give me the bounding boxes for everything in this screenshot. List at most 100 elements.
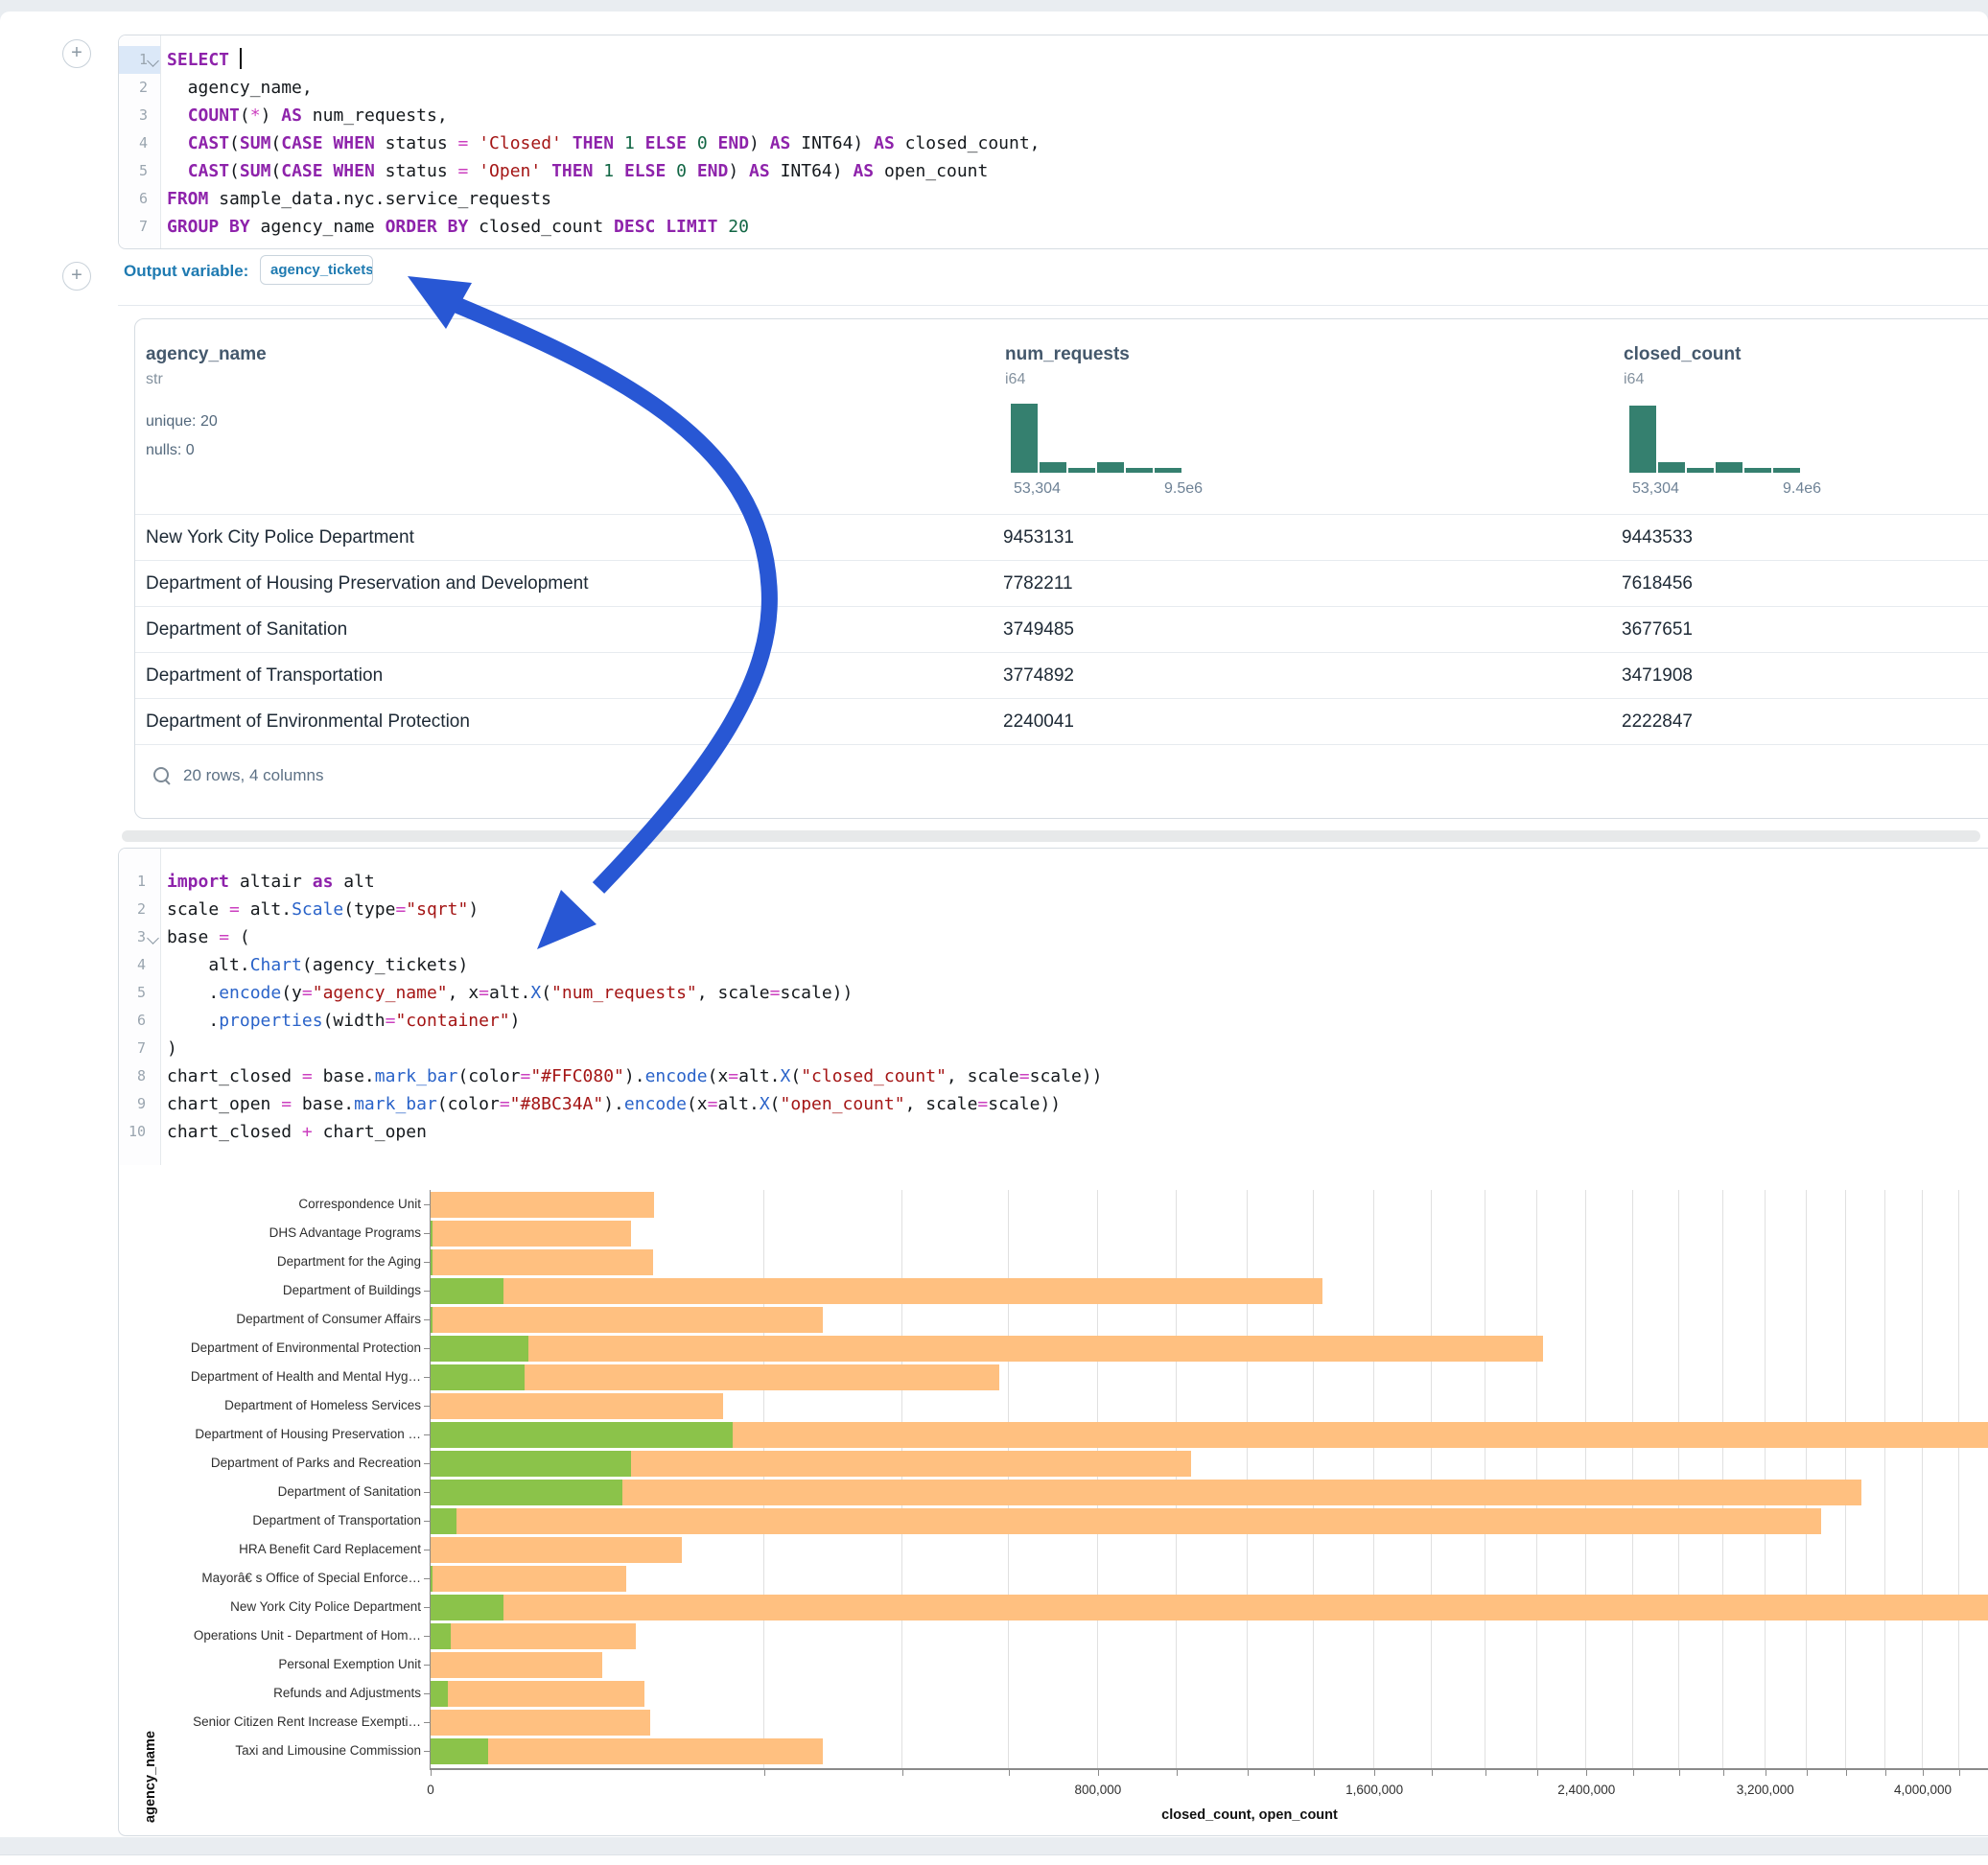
histogram-bar xyxy=(1716,462,1742,473)
search-icon[interactable] xyxy=(152,766,172,785)
code-line[interactable]: .properties(width="container") xyxy=(167,1007,1988,1035)
y-axis-label: DHS Advantage Programs xyxy=(269,1225,421,1241)
table-row[interactable]: Department of Sanitation37494853677651 xyxy=(135,606,1988,653)
x-axis-tick xyxy=(1586,1770,1587,1776)
code-line[interactable]: .encode(y="agency_name", x=alt.X("num_re… xyxy=(167,979,1988,1007)
x-axis-label: 800,000 xyxy=(1074,1783,1121,1797)
histogram-bar xyxy=(1126,468,1153,473)
code-line[interactable]: chart_open = base.mark_bar(color="#8BC34… xyxy=(167,1090,1988,1118)
bar-open-count xyxy=(431,1278,503,1304)
line-number: 8 xyxy=(119,1062,146,1090)
sql-cell[interactable]: 1234567 SELECT agency_name, COUNT(*) AS … xyxy=(118,35,1988,249)
code-line[interactable]: agency_name, xyxy=(167,74,1988,102)
code-line[interactable]: import altair as alt xyxy=(167,868,1988,896)
x-axis-tick xyxy=(1846,1770,1847,1776)
x-axis-tick xyxy=(1374,1770,1375,1776)
sql-code-editor[interactable]: SELECT agency_name, COUNT(*) AS num_requ… xyxy=(161,35,1988,248)
fold-chevron-icon[interactable] xyxy=(147,932,159,944)
histogram-closed-count xyxy=(1629,404,1802,473)
column-type-num-requests: i64 xyxy=(1005,371,1025,388)
bar-closed-count xyxy=(431,1278,1322,1304)
y-axis-label: Department of Consumer Affairs xyxy=(236,1312,421,1327)
cell-num-requests: 7782211 xyxy=(1003,561,1073,607)
bar-open-count xyxy=(431,1566,433,1592)
x-axis-tick xyxy=(1009,1770,1010,1776)
column-header-num-requests[interactable]: num_requests xyxy=(1005,344,1130,365)
bar-open-count xyxy=(431,1480,622,1505)
histogram-bar xyxy=(1068,468,1095,473)
cell-agency-name: Department of Environmental Protection xyxy=(146,699,470,745)
cell-agency-name: Department of Sanitation xyxy=(146,607,347,653)
x-axis-title: closed_count, open_count xyxy=(1161,1807,1338,1823)
y-axis-label: Refunds and Adjustments xyxy=(273,1686,421,1701)
y-axis-label: Personal Exemption Unit xyxy=(278,1657,421,1672)
cell-closed-count: 3471908 xyxy=(1622,653,1693,699)
histogram-min-label: 53,304 xyxy=(1014,480,1061,498)
line-number: 3 xyxy=(119,923,146,951)
code-line[interactable]: scale = alt.Scale(type="sqrt") xyxy=(167,896,1988,923)
bar-closed-count xyxy=(431,1336,1543,1362)
bar-closed-count xyxy=(431,1192,654,1218)
table-row-count: 20 rows, 4 columns xyxy=(183,766,323,785)
add-cell-button-below-sql[interactable]: + xyxy=(62,262,91,291)
bar-closed-count xyxy=(431,1595,1988,1620)
column-type-agency-name: str xyxy=(146,371,163,388)
bar-open-count xyxy=(431,1422,733,1448)
code-line[interactable]: base = ( xyxy=(167,923,1988,951)
table-row[interactable]: Department of Environmental Protection 22… xyxy=(135,698,1988,745)
x-axis-tick xyxy=(1959,1770,1960,1776)
x-axis-label: 0 xyxy=(427,1783,434,1797)
y-axis-label: Department of Housing Preservation … xyxy=(195,1427,421,1442)
python-cell[interactable]: 12345678910 import altair as altscale = … xyxy=(118,848,1988,1836)
code-line[interactable]: CAST(SUM(CASE WHEN status = 'Closed' THE… xyxy=(167,129,1988,157)
x-axis-tick xyxy=(1432,1770,1433,1776)
y-axis-label: Mayorâ€ s Office of Special Enforce… xyxy=(201,1571,421,1586)
code-line[interactable]: chart_closed = base.mark_bar(color="#FFC… xyxy=(167,1062,1988,1090)
y-axis-label: Department for the Aging xyxy=(277,1254,421,1270)
gridline xyxy=(1884,1190,1885,1768)
bar-open-count xyxy=(431,1681,448,1707)
line-number: 6 xyxy=(119,1007,146,1035)
bar-closed-count xyxy=(431,1652,602,1678)
cell-num-requests: 2240041 xyxy=(1003,699,1074,745)
bar-closed-count xyxy=(431,1710,650,1736)
code-line[interactable]: GROUP BY agency_name ORDER BY closed_cou… xyxy=(167,213,1988,241)
x-axis-tick xyxy=(1679,1770,1680,1776)
code-line[interactable]: CAST(SUM(CASE WHEN status = 'Open' THEN … xyxy=(167,157,1988,185)
line-number: 9 xyxy=(119,1090,146,1118)
dataframe-preview[interactable]: agency_name str unique: 20 nulls: 0 num_… xyxy=(134,318,1988,819)
bar-closed-count xyxy=(431,1537,682,1563)
line-number: 7 xyxy=(121,213,148,241)
x-axis-label: 1,600,000 xyxy=(1345,1783,1403,1797)
code-line[interactable]: COUNT(*) AS num_requests, xyxy=(167,102,1988,129)
bar-open-count xyxy=(431,1738,488,1764)
cell-agency-name: New York City Police Department xyxy=(146,515,414,561)
table-row[interactable]: Department of Housing Preservation and D… xyxy=(135,560,1988,607)
code-line[interactable]: SELECT xyxy=(167,46,1988,74)
horizontal-scrollbar[interactable] xyxy=(122,830,1980,842)
histogram-bar xyxy=(1629,406,1656,473)
output-variable-pill[interactable]: agency_tickets xyxy=(260,255,373,285)
x-axis-tick xyxy=(764,1770,765,1776)
y-axis-label: Correspondence Unit xyxy=(298,1197,421,1212)
column-header-agency-name[interactable]: agency_name xyxy=(146,344,267,365)
line-number: 7 xyxy=(119,1035,146,1062)
python-code-editor[interactable]: import altair as altscale = alt.Scale(ty… xyxy=(161,849,1988,1165)
line-number: 4 xyxy=(121,129,148,157)
bar-open-count xyxy=(431,1623,451,1649)
y-axis-label: Operations Unit - Department of Hom… xyxy=(194,1628,421,1644)
table-row[interactable]: New York City Police Department945313194… xyxy=(135,514,1988,561)
table-row[interactable]: Department of Transportation377489234719… xyxy=(135,652,1988,699)
code-line[interactable]: alt.Chart(agency_tickets) xyxy=(167,951,1988,979)
code-line[interactable]: ) xyxy=(167,1035,1988,1062)
x-axis-tick xyxy=(1314,1770,1315,1776)
bar-closed-count xyxy=(431,1681,644,1707)
code-line[interactable]: FROM sample_data.nyc.service_requests xyxy=(167,185,1988,213)
cell-agency-name: Department of Transportation xyxy=(146,653,383,699)
cell-num-requests: 9453131 xyxy=(1003,515,1074,561)
column-header-closed-count[interactable]: closed_count xyxy=(1624,344,1741,365)
x-axis-tick xyxy=(1807,1770,1808,1776)
code-line[interactable]: chart_closed + chart_open xyxy=(167,1118,1988,1146)
add-cell-button-top[interactable]: + xyxy=(62,39,91,68)
histogram-num-requests xyxy=(1011,404,1183,473)
